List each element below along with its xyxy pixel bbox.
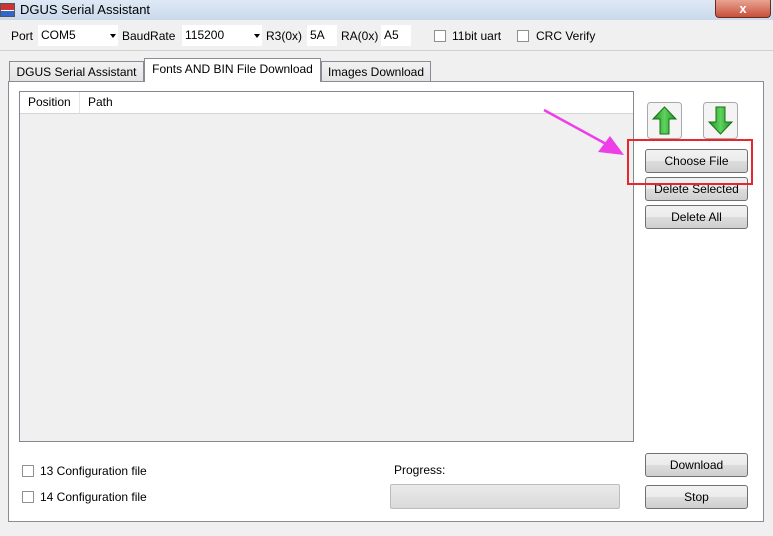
annotation-arrow xyxy=(543,108,624,155)
